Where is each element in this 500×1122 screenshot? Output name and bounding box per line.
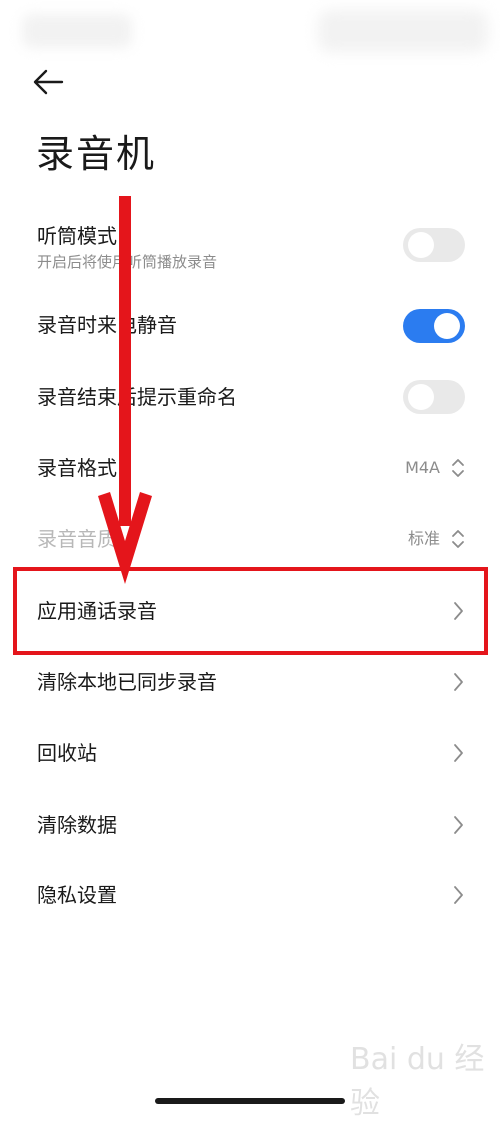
setting-row-recycle-bin[interactable]: 回收站 xyxy=(0,718,500,788)
chevron-up-down-icon xyxy=(452,459,464,477)
toggle-knob xyxy=(408,384,434,410)
red-highlight-box xyxy=(13,567,488,655)
watermark-text: Bai du 经验 xyxy=(350,1042,485,1121)
record-quality-value: 标准 xyxy=(407,529,440,548)
record-format-value: M4A xyxy=(405,458,440,477)
status-bar-right-blurred xyxy=(318,10,488,52)
setting-row-privacy[interactable]: 隐私设置 xyxy=(0,860,500,930)
home-indicator[interactable] xyxy=(155,1098,345,1104)
setting-row-rename-prompt[interactable]: 录音结束后提示重命名 xyxy=(0,362,500,432)
toggle-knob xyxy=(408,232,434,258)
setting-label: 隐私设置 xyxy=(37,883,117,907)
setting-label: 回收站 xyxy=(37,741,97,765)
chevron-up-down-icon xyxy=(452,530,464,548)
chevron-right-icon xyxy=(454,886,463,904)
setting-row-mute-calls[interactable]: 录音时来电静音 xyxy=(0,290,500,360)
back-button[interactable] xyxy=(30,64,74,100)
setting-row-clear-data[interactable]: 清除数据 xyxy=(0,790,500,860)
chevron-right-icon xyxy=(454,673,463,691)
setting-row-clear-synced[interactable]: 清除本地已同步录音 xyxy=(0,647,500,717)
chevron-right-icon xyxy=(454,744,463,762)
page-title: 录音机 xyxy=(36,132,157,176)
toggle-knob xyxy=(434,313,460,339)
chevron-right-icon xyxy=(454,816,463,834)
rename-prompt-toggle[interactable] xyxy=(403,380,465,414)
setting-row-record-format[interactable]: 录音格式 M4A xyxy=(0,433,500,503)
setting-row-record-quality: 录音音质 标准 xyxy=(0,504,500,574)
arrow-left-icon xyxy=(33,69,64,95)
red-down-arrow xyxy=(98,196,152,584)
setting-row-earpiece-mode[interactable]: 听筒模式 开启后将使用听筒播放录音 xyxy=(0,210,500,280)
status-bar-left-blurred xyxy=(22,14,132,48)
setting-label: 清除本地已同步录音 xyxy=(37,670,217,694)
mute-calls-toggle[interactable] xyxy=(403,309,465,343)
setting-label: 清除数据 xyxy=(37,813,117,837)
earpiece-mode-toggle[interactable] xyxy=(403,228,465,262)
baidu-jingyan-watermark: Bai du 经验 xyxy=(350,1042,490,1121)
